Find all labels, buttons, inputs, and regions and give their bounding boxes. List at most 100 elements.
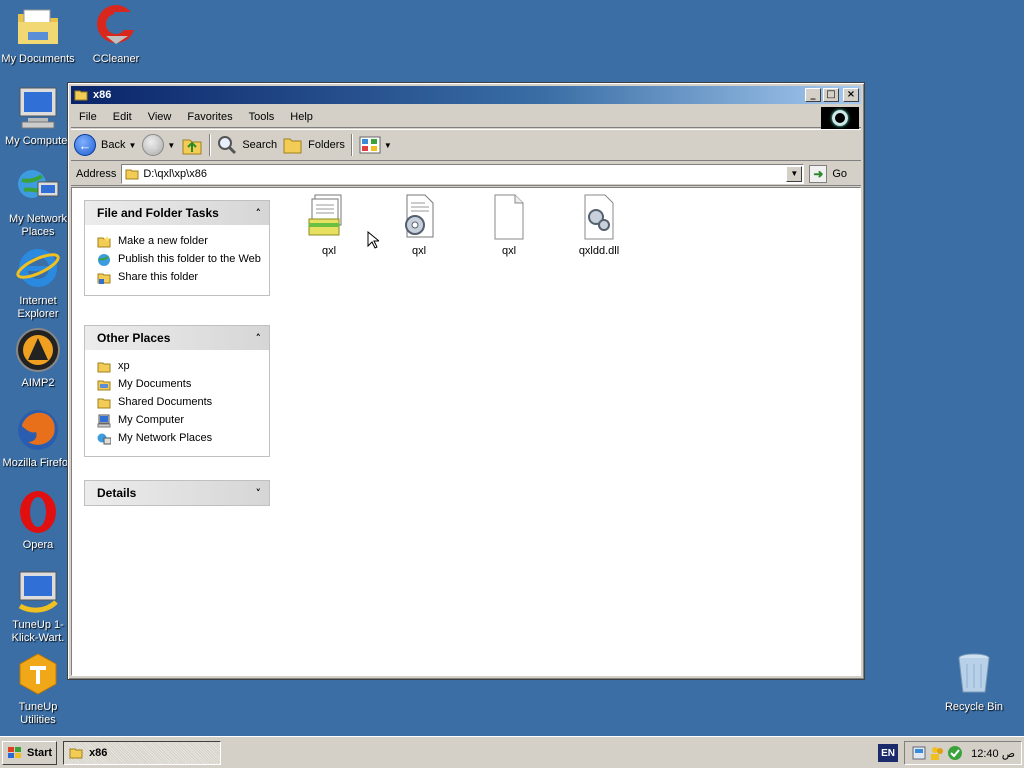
toolbar-separator xyxy=(350,134,353,156)
recycle-bin-icon xyxy=(958,653,990,693)
menu-favorites[interactable]: Favorites xyxy=(179,111,240,123)
tuneup-utilities-icon xyxy=(19,653,57,695)
window-title: x86 xyxy=(93,89,112,101)
file-item-qxl-blank[interactable]: qxl xyxy=(474,193,544,257)
task-publish-folder[interactable]: Publish this folder to the Web xyxy=(97,253,269,267)
system-file-icon xyxy=(405,194,434,238)
forward-button[interactable]: → ▼ xyxy=(139,132,178,158)
other-places-header[interactable]: Other Places ˄ xyxy=(85,326,269,350)
my-documents-icon xyxy=(97,380,111,391)
share-folder-icon xyxy=(97,273,111,284)
go-arrow-icon: ➜ xyxy=(809,164,828,183)
up-folder-icon xyxy=(182,139,202,155)
go-button[interactable]: ➜ Go xyxy=(809,164,847,183)
task-make-new-folder[interactable]: Make a new folder xyxy=(97,235,269,249)
search-icon xyxy=(218,136,237,155)
place-shared-documents[interactable]: Shared Documents xyxy=(97,396,269,410)
desktop-icon-ccleaner[interactable]: CCleaner xyxy=(78,2,154,66)
menu-help[interactable]: Help xyxy=(282,111,321,123)
task-share-folder[interactable]: Share this folder xyxy=(97,271,269,285)
tray-app-icon[interactable] xyxy=(911,745,927,761)
address-bar: Address D:\qxl\xp\x86 ▼ ➜ Go xyxy=(71,162,861,186)
network-places-icon xyxy=(18,170,59,198)
place-my-network-places[interactable]: My Network Places xyxy=(97,432,269,446)
details-header[interactable]: Details ˅ xyxy=(85,481,269,505)
setup-info-icon xyxy=(308,194,342,236)
forward-arrow-icon: → xyxy=(142,134,165,156)
desktop-icon-network-places[interactable]: My Network Places xyxy=(0,162,76,239)
folder-icon xyxy=(69,748,83,758)
menu-tools[interactable]: Tools xyxy=(241,111,283,123)
desktop-icon-my-computer[interactable]: My Computer xyxy=(0,84,76,148)
dll-file-icon xyxy=(584,194,614,240)
address-value: D:\qxl\xp\x86 xyxy=(143,167,207,180)
search-button[interactable]: Search xyxy=(214,132,280,158)
ccleaner-icon xyxy=(97,5,138,44)
windows-throbber-icon xyxy=(821,107,859,129)
title-bar[interactable]: x86 _ □ × xyxy=(71,86,861,104)
taskbar: Start x86 EN 12:40 ص xyxy=(0,736,1024,768)
close-button[interactable]: × xyxy=(843,88,859,102)
desktop-icon-opera[interactable]: Opera xyxy=(0,488,76,552)
blank-file-icon xyxy=(494,194,524,240)
desktop-icon-internet-explorer[interactable]: Internet Explorer xyxy=(0,244,76,321)
tray-users-icon[interactable] xyxy=(929,745,945,761)
back-button[interactable]: ← Back ▼ xyxy=(71,132,139,158)
minimize-button[interactable]: _ xyxy=(805,88,821,102)
desktop-icon-my-documents[interactable]: My Documents xyxy=(0,2,76,66)
desktop-icon-aimp2[interactable]: AIMP2 xyxy=(0,326,76,390)
maximize-button[interactable]: □ xyxy=(823,88,839,102)
place-my-computer[interactable]: My Computer xyxy=(97,414,269,428)
menu-file[interactable]: File xyxy=(71,111,105,123)
computer-icon xyxy=(19,87,57,129)
chevron-down-icon: ▼ xyxy=(383,140,392,150)
folder-icon xyxy=(97,398,111,409)
menu-view[interactable]: View xyxy=(140,111,180,123)
language-indicator[interactable]: EN xyxy=(878,744,899,762)
toolbar: ← Back ▼ → ▼ Search Folders ▼ xyxy=(71,129,861,161)
aimp-icon xyxy=(16,328,60,372)
desktop-icon-recycle-bin[interactable]: Recycle Bin xyxy=(936,650,1012,714)
place-my-documents[interactable]: My Documents xyxy=(97,378,269,392)
folder-documents-icon xyxy=(18,9,58,44)
menu-bar: File Edit View Favorites Tools Help xyxy=(71,106,861,129)
file-item-qxl-sys[interactable]: qxl xyxy=(384,193,454,257)
desktop-icon-tuneup-utilities[interactable]: TuneUp Utilities xyxy=(0,650,76,727)
expand-chevron-icon: ˅ xyxy=(255,486,262,500)
desktop-icon-tuneup-1-click[interactable]: TuneUp 1-Klick-Wart. xyxy=(0,568,76,645)
other-places-panel: Other Places ˄ xp My Documents Shared Do… xyxy=(84,325,270,457)
file-item-qxldd-dll[interactable]: qxldd.dll xyxy=(564,193,634,257)
clock[interactable]: 12:40 ص xyxy=(971,747,1015,760)
taskbar-item-x86[interactable]: x86 xyxy=(63,740,222,765)
mouse-cursor-icon xyxy=(367,231,379,249)
chevron-down-icon: ▼ xyxy=(128,140,137,150)
folder-icon xyxy=(74,90,88,101)
menu-edit[interactable]: Edit xyxy=(105,111,140,123)
address-dropdown-button[interactable]: ▼ xyxy=(786,165,803,182)
explorer-window: x86 _ □ × File Edit View Favorites Tools… xyxy=(67,82,865,680)
up-folder-button[interactable] xyxy=(178,132,206,158)
firefox-icon xyxy=(18,410,58,450)
views-button[interactable]: ▼ xyxy=(356,132,395,158)
views-icon xyxy=(359,136,381,154)
back-arrow-icon: ← xyxy=(74,134,96,156)
internet-explorer-icon xyxy=(16,249,60,287)
file-folder-tasks-header[interactable]: File and Folder Tasks ˄ xyxy=(85,201,269,225)
chevron-down-icon: ▼ xyxy=(167,140,176,150)
desktop-icon-firefox[interactable]: Mozilla Firefox xyxy=(0,406,76,470)
windows-logo-icon xyxy=(8,746,21,758)
file-item-qxl-inf[interactable]: qxl xyxy=(294,193,364,257)
address-input[interactable]: D:\qxl\xp\x86 ▼ xyxy=(121,163,805,184)
folder-content: File and Folder Tasks ˄ Make a new folde… xyxy=(71,187,861,676)
file-folder-tasks-panel: File and Folder Tasks ˄ Make a new folde… xyxy=(84,200,270,296)
folders-button[interactable]: Folders xyxy=(280,132,348,158)
notification-area: 12:40 ص xyxy=(904,741,1022,765)
place-xp[interactable]: xp xyxy=(97,360,269,374)
opera-icon xyxy=(20,491,56,533)
tray-security-icon[interactable] xyxy=(947,745,963,761)
address-label: Address xyxy=(76,167,117,180)
new-folder-icon xyxy=(97,236,111,248)
toolbar-separator xyxy=(209,134,212,156)
folder-icon xyxy=(125,169,139,179)
start-button[interactable]: Start xyxy=(2,740,58,765)
